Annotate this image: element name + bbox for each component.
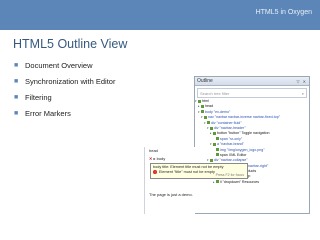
element-icon [204,115,207,119]
bullet-label: Error Markers [25,108,71,118]
error-marker-icon: ✕ [149,156,153,161]
bullet-item: ■ Error Markers [14,105,115,121]
outline-title: Outline [197,78,213,84]
error-icon: ! [153,170,157,174]
tooltip-hint: Press F2 for focus [215,173,244,177]
filter-icon[interactable]: ⌕ [302,91,304,96]
header-bar: HTML5 in Oxygen [0,0,320,30]
editor-line[interactable]: The page is just a demo. [145,191,195,199]
element-icon [201,110,204,114]
bullet-icon: ■ [14,61,19,69]
element-icon [216,153,219,157]
brand-text: HTML5 in Oxygen [255,9,312,16]
bullet-icon: ■ [14,93,19,101]
panel-controls[interactable]: ▽ ✕ [296,79,307,84]
element-icon [213,131,216,135]
bullet-item: ■ Document Overview [14,57,115,73]
bullet-item: ■ Synchronization with Editor [14,73,115,89]
element-icon [201,104,204,108]
element-icon [213,142,216,146]
editor-snippet: head ✕ ▸ body The page is just a demo. [144,147,195,214]
outline-filter-input[interactable]: Search tree filter ⌕ [197,88,307,98]
bullet-label: Document Overview [25,60,93,70]
element-icon [207,121,210,125]
element-icon [210,126,213,130]
outline-panel-header: Outline ▽ ✕ [195,77,309,86]
outline-panel: Outline ▽ ✕ Search tree filter ⌕ ▾ html ▸… [194,76,310,214]
element-icon [216,137,219,141]
bullet-item: ■ Filtering [14,89,115,105]
element-icon [216,180,219,184]
element-icon [216,148,219,152]
element-icon [210,158,213,162]
bullet-icon: ■ [14,77,19,85]
bullet-label: Filtering [25,92,52,102]
editor-line[interactable]: ✕ ▸ body [145,155,195,163]
bullet-icon: ■ [14,109,19,117]
error-tooltip: body title: Element title must not be em… [150,163,248,179]
slide-title: HTML5 Outline View [13,37,128,51]
element-icon [198,99,201,103]
bullet-label: Synchronization with Editor [25,76,116,86]
tree-node[interactable]: ▸ li "dropdown" Resources [195,180,309,185]
editor-line[interactable]: head [145,147,195,155]
bullet-list: ■ Document Overview ■ Synchronization with… [14,57,115,121]
filter-placeholder: Search tree filter [200,90,230,96]
